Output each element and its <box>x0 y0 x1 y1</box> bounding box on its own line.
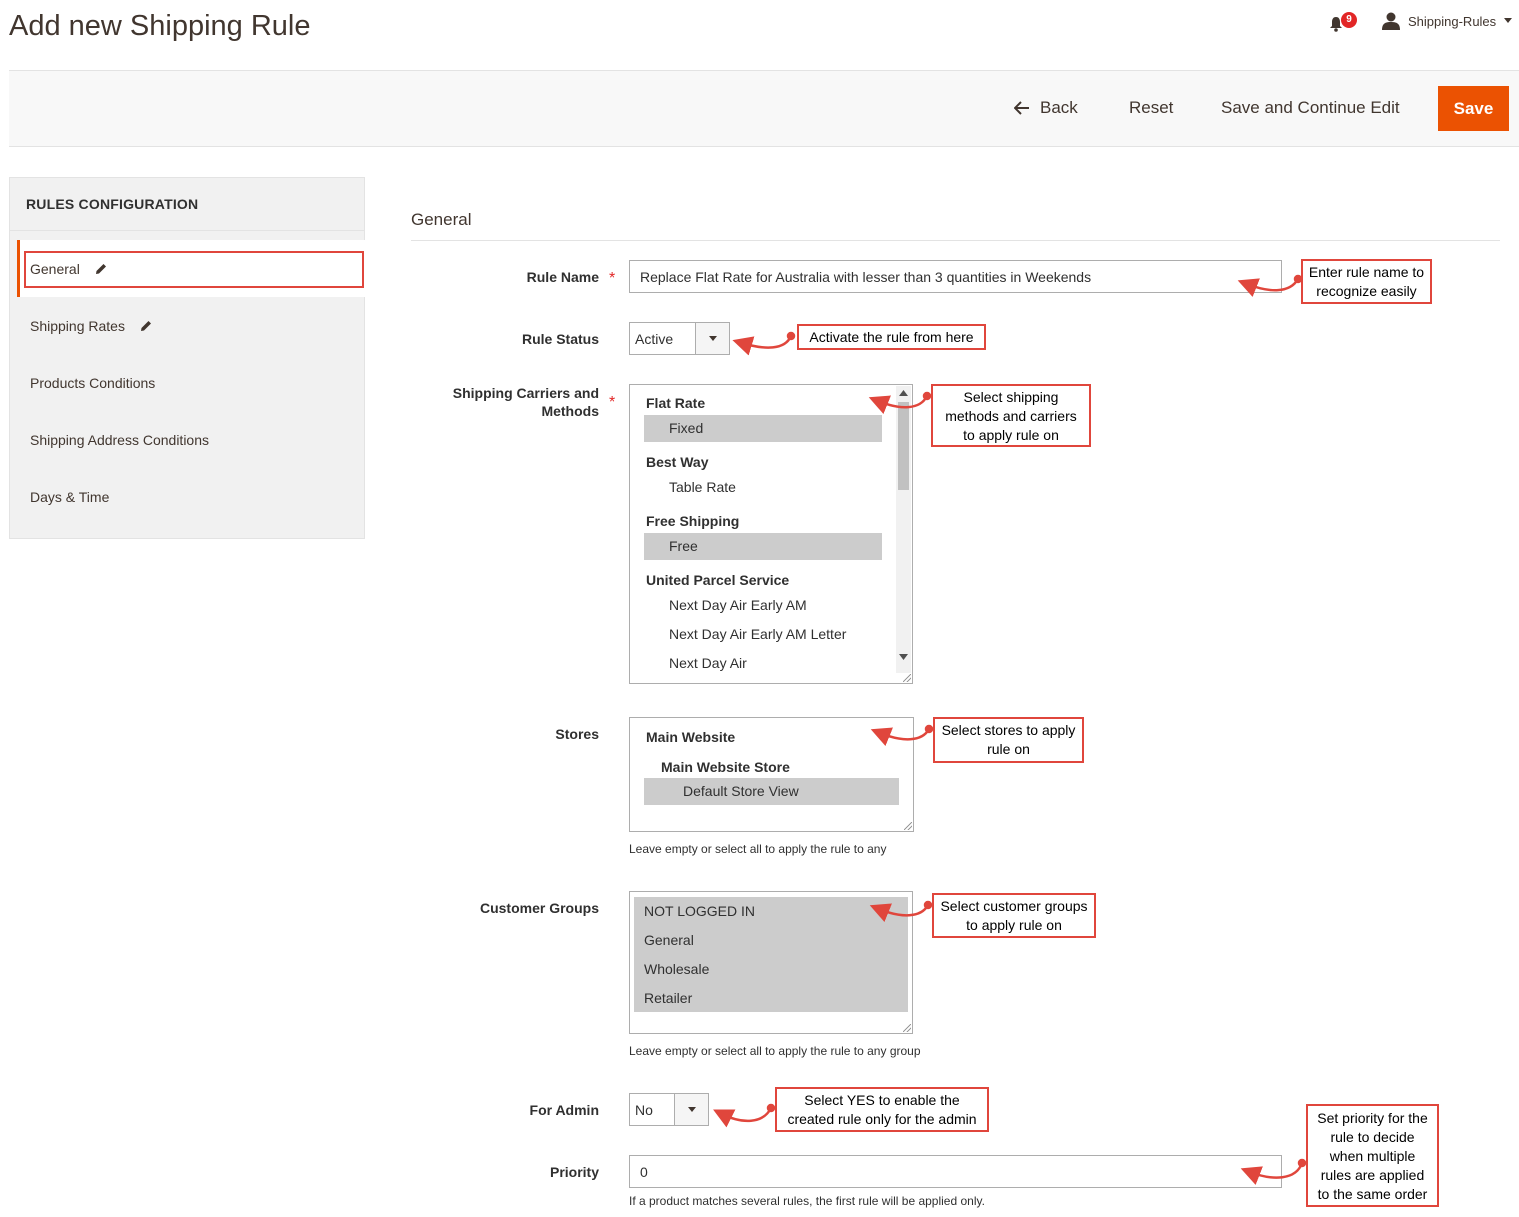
chevron-down-icon <box>695 323 729 354</box>
sidebar-item-label: Products Conditions <box>30 375 156 391</box>
chevron-down-icon <box>674 1094 708 1125</box>
annotation-rule-status: Activate the rule from here <box>797 324 986 350</box>
option-group: Main Website <box>646 729 736 745</box>
user-icon <box>1382 12 1400 30</box>
option-item[interactable]: Fixed <box>644 415 882 442</box>
stores-label: Stores <box>555 726 599 742</box>
customer-groups-note: Leave empty or select all to apply the r… <box>629 1044 921 1058</box>
annotation-priority: Set priority for the rule to decide when… <box>1306 1104 1439 1207</box>
resize-handle[interactable] <box>903 1024 911 1032</box>
for-admin-select[interactable]: No <box>629 1093 709 1126</box>
user-name: Shipping-Rules <box>1408 13 1497 29</box>
annotation-groups: Select customer groups to apply rule on <box>932 893 1096 938</box>
option-item[interactable]: Next Day Air Early AM <box>644 592 882 619</box>
notifications-button[interactable]: 9 <box>1326 12 1357 34</box>
notification-count-badge: 9 <box>1341 12 1357 28</box>
scroll-up-icon <box>899 390 908 396</box>
reset-button[interactable]: Reset <box>1129 98 1173 118</box>
rule-name-label: Rule Name <box>526 269 599 285</box>
back-button[interactable]: Back <box>1014 98 1078 118</box>
stores-note: Leave empty or select all to apply the r… <box>629 842 887 856</box>
for-admin-value: No <box>635 1102 653 1118</box>
required-marker: * <box>609 394 616 411</box>
option-item[interactable]: General <box>644 927 894 954</box>
scroll-thumb[interactable] <box>898 402 909 490</box>
sidebar-item-label: Shipping Rates <box>30 318 125 334</box>
section-divider <box>411 240 1500 241</box>
sidebar-item-shipping-rates[interactable]: Shipping Rates <box>30 318 153 334</box>
sidebar-item-label: Shipping Address Conditions <box>30 432 210 448</box>
option-group: Free Shipping <box>646 513 740 529</box>
caret-down-icon <box>1504 18 1513 23</box>
annotation-stores: Select stores to apply rule on <box>933 717 1084 763</box>
option-item[interactable]: Wholesale <box>644 956 894 983</box>
option-item[interactable]: Default Store View <box>644 778 899 805</box>
scroll-down-icon <box>899 654 908 660</box>
rules-config-sidebar: RULES CONFIGURATION General Shipping Rat… <box>9 177 365 539</box>
priority-input[interactable] <box>629 1155 1282 1188</box>
option-item[interactable]: Next Day Air <box>644 650 882 677</box>
save-button[interactable]: Save <box>1438 86 1509 131</box>
option-item[interactable]: Next Day Air Early AM Letter <box>644 621 882 648</box>
general-highlight-box <box>24 251 364 288</box>
sidebar-title: RULES CONFIGURATION <box>10 178 364 231</box>
priority-label: Priority <box>549 1164 599 1180</box>
option-item[interactable]: NOT LOGGED IN <box>644 898 894 925</box>
option-group: Best Way <box>646 454 709 470</box>
sidebar-item-days-time[interactable]: Days & Time <box>30 489 109 505</box>
rule-status-select[interactable]: Active <box>629 322 730 355</box>
sidebar-item-label: Days & Time <box>30 489 110 505</box>
annotation-carriers: Select shipping methods and carriers to … <box>931 384 1091 447</box>
back-label: Back <box>1040 98 1078 117</box>
option-item[interactable]: Table Rate <box>644 474 882 501</box>
stores-multiselect[interactable]: Main Website Main Website Store Default … <box>629 717 914 832</box>
arrow-left-icon <box>1014 101 1029 115</box>
resize-handle[interactable] <box>904 822 912 830</box>
sidebar-item-shipping-address-conditions[interactable]: Shipping Address Conditions <box>30 432 209 448</box>
section-title: General <box>411 210 472 229</box>
option-group: United Parcel Service <box>646 572 790 588</box>
carriers-multiselect[interactable]: Flat Rate Fixed Best Way Table Rate Free… <box>629 384 913 684</box>
page-title: Add new Shipping Rule <box>9 10 311 42</box>
required-marker: * <box>609 270 616 287</box>
option-item[interactable]: Retailer <box>644 985 894 1012</box>
rule-status-label: Rule Status <box>521 331 599 347</box>
option-group: Main Website Store <box>661 759 790 775</box>
option-item[interactable]: Free <box>644 533 882 560</box>
save-continue-button[interactable]: Save and Continue Edit <box>1221 98 1400 118</box>
user-menu[interactable]: Shipping-Rules <box>1382 12 1513 30</box>
sidebar-item-products-conditions[interactable]: Products Conditions <box>30 375 155 391</box>
carriers-label: Shipping Carriers and Methods <box>452 385 599 419</box>
scrollbar[interactable] <box>896 386 911 673</box>
rule-name-input[interactable] <box>629 260 1282 293</box>
annotation-rule-name: Enter rule name to recognize easily <box>1301 259 1432 304</box>
option-group: Flat Rate <box>646 395 706 411</box>
pencil-icon <box>140 321 151 331</box>
customer-groups-label: Customer Groups <box>479 900 599 916</box>
for-admin-label: For Admin <box>529 1102 599 1118</box>
resize-handle[interactable] <box>903 674 911 682</box>
customer-groups-multiselect[interactable]: NOT LOGGED IN General Wholesale Retailer <box>629 891 913 1034</box>
annotation-admin: Select YES to enable the created rule on… <box>775 1087 989 1132</box>
rule-status-value: Active <box>635 331 674 347</box>
priority-note: If a product matches several rules, the … <box>629 1194 985 1208</box>
